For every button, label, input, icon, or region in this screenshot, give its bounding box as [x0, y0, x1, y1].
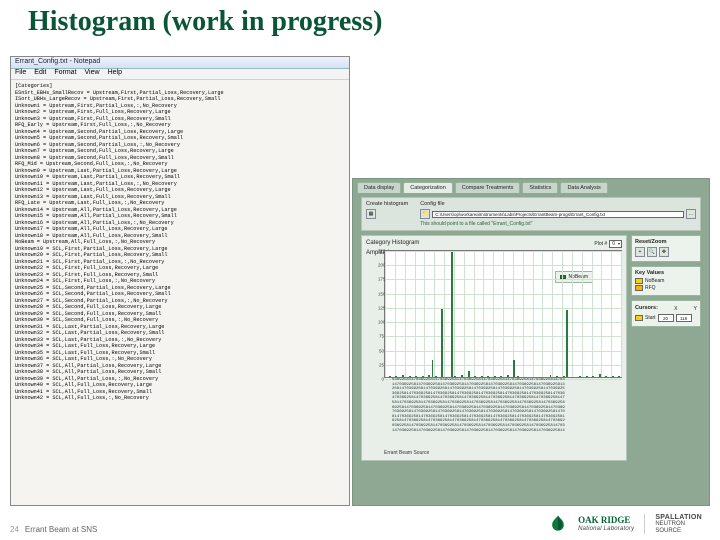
tab-statistics[interactable]: Statistics	[522, 182, 558, 193]
menu-help[interactable]: Help	[108, 69, 122, 79]
folder-icon[interactable]: 📁	[420, 209, 430, 219]
cursor-x-header: X	[674, 306, 677, 312]
key-values-title: Key Values	[635, 270, 697, 276]
histogram-card: Category Histogram Plot # 0 Amplitude	[361, 235, 627, 461]
browse-button[interactable]: ...	[686, 209, 696, 219]
cursor-name: Start	[645, 315, 656, 321]
key-swatch-2-icon	[635, 285, 643, 291]
slide-title: Histogram (work in progress)	[28, 6, 382, 38]
sns-line3: SOURCE	[655, 528, 702, 534]
config-note: This should point to a file called "Erra…	[420, 221, 696, 227]
oak-leaf-icon	[548, 514, 568, 534]
logo-area: OAK RIDGE National Laboratory SPALLATION…	[548, 514, 702, 534]
notepad-textarea[interactable]: [Categories] ESnSrt_EBHs_SmallRecov = Up…	[11, 80, 349, 405]
sns-logo-text: SPALLATION NEUTRON SOURCE	[655, 514, 702, 534]
key-swatch-1-icon	[635, 278, 643, 284]
cursors-card: Cursors: X Y Start 20 118	[631, 300, 701, 327]
menu-file[interactable]: File	[15, 69, 26, 79]
logo-divider	[644, 514, 645, 534]
config-row: Create histogram ▦ Config file 📁 C:\User…	[361, 197, 701, 231]
create-histogram-label: Create histogram	[366, 201, 408, 207]
ornl-sub: National Laboratory	[578, 526, 634, 532]
zoom-in-icon[interactable]: +	[635, 247, 645, 257]
notepad-window: Errant_Config.txt - Notepad File Edit Fo…	[10, 56, 350, 506]
x-axis-title: Errant Beam Source	[384, 450, 622, 456]
footer-text: Errant Beam at SNS	[25, 525, 97, 534]
pan-icon[interactable]: ✥	[659, 247, 669, 257]
key-item-1: NoBeam	[645, 278, 664, 284]
slide-footer: 24 Errant Beam at SNS	[10, 525, 97, 534]
plot-number-select[interactable]: 0	[609, 240, 622, 248]
reset-zoom-card: Reset/Zoom + 🔍 ✥	[631, 235, 701, 262]
notepad-titlebar: Errant_Config.txt - Notepad	[11, 57, 349, 69]
tab-data-analysis[interactable]: Data Analysis	[560, 182, 607, 193]
notepad-menubar[interactable]: File Edit Format View Help	[11, 69, 349, 80]
sns-line1: SPALLATION	[655, 514, 702, 521]
cursor-y-value[interactable]: 118	[676, 314, 692, 322]
page-number: 24	[10, 525, 19, 534]
create-histogram-button[interactable]: ▦	[366, 209, 376, 219]
ornl-name: OAK RIDGE	[578, 516, 634, 525]
config-path-field[interactable]: C:\Users\op\workarea\Instruments\Labs\Pr…	[432, 211, 684, 218]
histogram-app: Data display Categorization Compare Trea…	[352, 178, 710, 506]
tab-data-display[interactable]: Data display	[357, 182, 401, 193]
config-file-label: Config file	[420, 201, 696, 207]
histogram-plot[interactable]: NoBeam 0255075100125150175200225	[384, 250, 622, 378]
cursor-y-header: Y	[694, 306, 697, 312]
cursor-x-value[interactable]: 20	[658, 314, 674, 322]
menu-edit[interactable]: Edit	[34, 69, 46, 79]
menu-format[interactable]: Format	[54, 69, 76, 79]
menu-view[interactable]: View	[85, 69, 100, 79]
plot-number-label: Plot #	[594, 241, 607, 247]
ornl-logo-text: OAK RIDGE National Laboratory	[578, 516, 634, 532]
histogram-section-title: Category Histogram	[366, 240, 419, 248]
x-axis-labels: 0369258147036925814703692581470369258147…	[392, 378, 622, 446]
reset-zoom-title: Reset/Zoom	[635, 239, 697, 245]
app-tabs: Data display Categorization Compare Trea…	[353, 179, 709, 193]
tab-categorization[interactable]: Categorization	[403, 182, 452, 193]
key-item-2: RFQ	[645, 285, 656, 291]
plot-legend: NoBeam	[555, 271, 593, 283]
tab-compare[interactable]: Compare Treatments	[455, 182, 521, 193]
cursor-swatch-icon	[635, 315, 643, 321]
key-values-card: Key Values NoBeam RFQ	[631, 266, 701, 296]
zoom-tool-icon[interactable]: 🔍	[647, 247, 657, 257]
cursors-title: Cursors:	[635, 305, 658, 311]
